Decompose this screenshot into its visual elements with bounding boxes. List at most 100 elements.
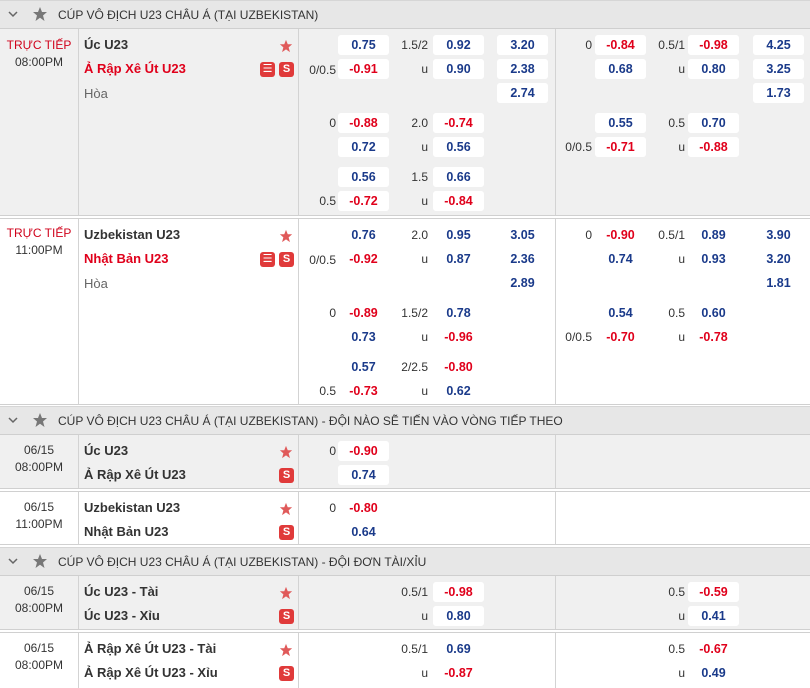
odds-cell[interactable]: 3.90	[753, 225, 804, 245]
odds-cell[interactable]: 0.68	[595, 59, 646, 79]
odds-cell[interactable]: -0.70	[595, 327, 646, 347]
odds-cell[interactable]: 3.20	[497, 35, 548, 55]
home-team[interactable]: Úc U23	[84, 443, 128, 458]
over-team[interactable]: Ả Rập Xê Út U23 - Tài	[84, 641, 216, 656]
s-badge[interactable]: S	[279, 62, 294, 77]
home-team[interactable]: Uzbekistan U23	[84, 227, 180, 242]
odds-cell[interactable]: 0.72	[338, 137, 389, 157]
favorite-star-icon[interactable]	[279, 39, 293, 53]
section-header[interactable]: CÚP VÔ ĐỊCH U23 CHÂU Á (TẠI UZBEKISTAN)	[0, 0, 810, 29]
odds-cell[interactable]: -0.72	[338, 191, 389, 211]
odds-cell[interactable]: -0.98	[688, 35, 739, 55]
odds-cell[interactable]: -0.71	[595, 137, 646, 157]
odds-cell[interactable]: 0.57	[338, 357, 389, 377]
odds-cell[interactable]: 0.55	[595, 113, 646, 133]
away-team[interactable]: Ả Rập Xê Út U23	[84, 61, 186, 76]
odds-cell[interactable]: -0.90	[595, 225, 646, 245]
s-badge[interactable]: S	[279, 666, 294, 681]
favorite-star-icon[interactable]	[279, 502, 293, 516]
chevron-down-icon[interactable]	[6, 413, 20, 427]
odds-cell[interactable]: 0.62	[433, 381, 484, 401]
favorite-star-icon[interactable]	[279, 445, 293, 459]
s-badge[interactable]: S	[279, 525, 294, 540]
odds-cell[interactable]: -0.73	[338, 381, 389, 401]
odds-cell[interactable]: -0.96	[433, 327, 484, 347]
odds-cell[interactable]: 2.36	[497, 249, 548, 269]
odds-cell[interactable]: 0.80	[433, 606, 484, 626]
favorite-star-icon[interactable]	[279, 229, 293, 243]
odds-cell[interactable]: -0.74	[433, 113, 484, 133]
odds-cell[interactable]: 4.25	[753, 35, 804, 55]
odds-cell[interactable]: -0.89	[338, 303, 389, 323]
odds-cell[interactable]: 0.69	[433, 639, 484, 659]
odds-cell[interactable]: -0.80	[338, 498, 389, 518]
under-team[interactable]: Ả Rập Xê Út U23 - Xỉu	[84, 665, 218, 680]
odds-cell[interactable]: -0.92	[338, 249, 389, 269]
odds-cell[interactable]: -0.90	[338, 441, 389, 461]
odds-cell[interactable]: 0.74	[595, 249, 646, 269]
chevron-down-icon[interactable]	[6, 554, 20, 568]
odds-cell[interactable]: -0.88	[338, 113, 389, 133]
odds-cell[interactable]: 0.87	[433, 249, 484, 269]
odds-cell[interactable]: 3.25	[753, 59, 804, 79]
odds-cell[interactable]: 0.92	[433, 35, 484, 55]
away-team[interactable]: Ả Rập Xê Út U23	[84, 467, 186, 482]
s-badge[interactable]: S	[279, 252, 294, 267]
odds-cell[interactable]: 0.93	[688, 249, 739, 269]
odds-cell[interactable]: 0.64	[338, 522, 389, 542]
odds-cell[interactable]: -0.88	[688, 137, 739, 157]
ou-line: 2.0	[411, 116, 428, 130]
chevron-down-icon[interactable]	[6, 7, 20, 21]
odds-cell[interactable]: -0.78	[688, 327, 739, 347]
odds-cell[interactable]: 0.60	[688, 303, 739, 323]
odds-cell[interactable]: -0.59	[688, 582, 739, 602]
odds-cell[interactable]: 0.49	[688, 663, 739, 683]
stats-icon[interactable]: ☰	[260, 252, 275, 267]
odds-cell[interactable]: 0.70	[688, 113, 739, 133]
odds-cell[interactable]: -0.67	[688, 639, 739, 659]
odds-cell[interactable]: 0.90	[433, 59, 484, 79]
odds-cell[interactable]: -0.98	[433, 582, 484, 602]
over-team[interactable]: Úc U23 - Tài	[84, 584, 158, 599]
odds-cell[interactable]: 0.54	[595, 303, 646, 323]
odds-cell[interactable]: -0.84	[595, 35, 646, 55]
odds-cell[interactable]: 3.20	[753, 249, 804, 269]
under-team[interactable]: Úc U23 - Xỉu	[84, 608, 160, 623]
home-team[interactable]: Úc U23	[84, 37, 128, 52]
odds-cell[interactable]: 2.89	[497, 273, 548, 293]
odds-cell[interactable]: 0.75	[338, 35, 389, 55]
odds-cell[interactable]: 0.78	[433, 303, 484, 323]
section-header[interactable]: CÚP VÔ ĐỊCH U23 CHÂU Á (TẠI UZBEKISTAN) …	[0, 547, 810, 576]
star-icon[interactable]	[32, 553, 48, 569]
favorite-star-icon[interactable]	[279, 586, 293, 600]
favorite-star-icon[interactable]	[279, 643, 293, 657]
section-header[interactable]: CÚP VÔ ĐỊCH U23 CHÂU Á (TẠI UZBEKISTAN) …	[0, 406, 810, 435]
odds-cell[interactable]: 1.81	[753, 273, 804, 293]
odds-cell[interactable]: 1.73	[753, 83, 804, 103]
odds-cell[interactable]: 0.76	[338, 225, 389, 245]
star-icon[interactable]	[32, 412, 48, 428]
odds-cell[interactable]: 3.05	[497, 225, 548, 245]
s-badge[interactable]: S	[279, 468, 294, 483]
away-team[interactable]: Nhật Bản U23	[84, 524, 169, 539]
odds-cell[interactable]: 0.66	[433, 167, 484, 187]
odds-cell[interactable]: 0.56	[433, 137, 484, 157]
odds-cell[interactable]: -0.91	[338, 59, 389, 79]
odds-cell[interactable]: 2.74	[497, 83, 548, 103]
odds-cell[interactable]: 0.89	[688, 225, 739, 245]
odds-cell[interactable]: -0.87	[433, 663, 484, 683]
odds-cell[interactable]: 0.80	[688, 59, 739, 79]
odds-cell[interactable]: 2.38	[497, 59, 548, 79]
stats-icon[interactable]: ☰	[260, 62, 275, 77]
away-team[interactable]: Nhật Bản U23	[84, 251, 169, 266]
odds-cell[interactable]: 0.41	[688, 606, 739, 626]
odds-cell[interactable]: 0.74	[338, 465, 389, 485]
odds-cell[interactable]: 0.95	[433, 225, 484, 245]
odds-cell[interactable]: 0.56	[338, 167, 389, 187]
odds-cell[interactable]: -0.80	[433, 357, 484, 377]
star-icon[interactable]	[32, 6, 48, 22]
home-team[interactable]: Uzbekistan U23	[84, 500, 180, 515]
s-badge[interactable]: S	[279, 609, 294, 624]
odds-cell[interactable]: -0.84	[433, 191, 484, 211]
odds-cell[interactable]: 0.73	[338, 327, 389, 347]
